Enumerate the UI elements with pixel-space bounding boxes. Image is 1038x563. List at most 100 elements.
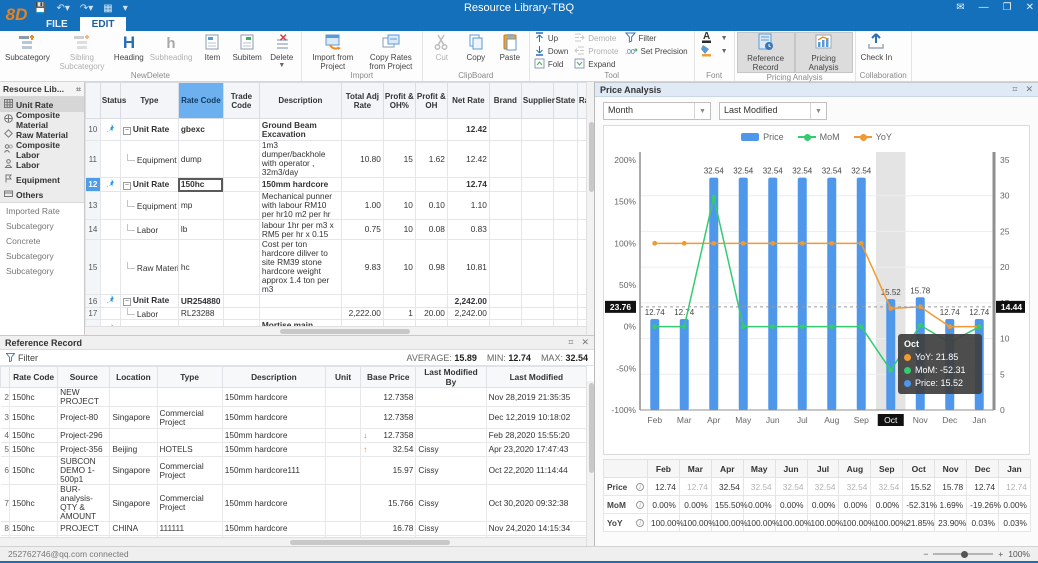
- description-cell[interactable]: 1m3 dumper/backhole with operator , 32m3…: [259, 141, 341, 178]
- x-axis-label[interactable]: Jan: [972, 415, 986, 425]
- ref-column-source[interactable]: Source: [58, 367, 110, 388]
- zoom-in-icon[interactable]: +: [998, 549, 1003, 559]
- copy-rates-from-project-button[interactable]: Copy Rates from Project: [362, 32, 420, 71]
- ref-column-description[interactable]: Description: [222, 367, 325, 388]
- tab-file[interactable]: FILE: [34, 17, 80, 31]
- mom-point[interactable]: [682, 324, 687, 329]
- description-cell[interactable]: Cost per ton hardcore diliver to site RM…: [259, 240, 341, 295]
- grid-column-total-adj-rate[interactable]: Total Adj Rate: [341, 83, 383, 119]
- grid-column-profit-&-oh%[interactable]: Profit & OH%: [383, 83, 415, 119]
- legend-yoy[interactable]: YoY: [854, 132, 892, 142]
- sidebar-tree-item[interactable]: Imported Rate: [0, 203, 84, 218]
- price-bar[interactable]: [798, 178, 807, 410]
- mom-point[interactable]: [888, 368, 893, 373]
- subcategory-button[interactable]: Subcategory: [2, 32, 53, 62]
- sidebar-item-others[interactable]: Others: [0, 187, 84, 202]
- pin-icon[interactable]: ⌗: [568, 337, 573, 348]
- ref-column-rate-code[interactable]: Rate Code: [10, 367, 58, 388]
- rate-code-cell[interactable]: gbexc: [178, 119, 223, 141]
- up-button[interactable]: Up: [532, 32, 570, 45]
- mom-point[interactable]: [918, 323, 923, 328]
- restore-button[interactable]: ❐: [1003, 2, 1012, 13]
- x-axis-label[interactable]: Mar: [677, 415, 692, 425]
- ref-column-last-modified-by[interactable]: Last Modified By: [416, 367, 486, 388]
- check-in-button[interactable]: Check In: [858, 32, 896, 62]
- subitem-button[interactable]: Subitem: [229, 32, 264, 62]
- fold-button[interactable]: Fold: [532, 58, 570, 71]
- price-bar[interactable]: [768, 178, 777, 410]
- heading-button[interactable]: H Heading: [111, 32, 147, 62]
- yoy-point[interactable]: [859, 241, 864, 246]
- legend-mom[interactable]: MoM: [798, 132, 840, 142]
- type-cell[interactable]: −Unit Rate: [120, 119, 178, 141]
- sort-select[interactable]: Last Modified ▼: [719, 102, 827, 120]
- description-cell[interactable]: [259, 295, 341, 308]
- rate-code-cell[interactable]: lb: [178, 220, 223, 240]
- type-cell[interactable]: Raw Material: [120, 240, 178, 295]
- grid-column-trade-code[interactable]: Trade Code: [223, 83, 259, 119]
- info-icon[interactable]: i: [636, 483, 644, 491]
- mom-point[interactable]: [829, 324, 834, 329]
- yoy-point[interactable]: [652, 241, 657, 246]
- pricing-analysis-button[interactable]: Pricing Analysis: [795, 32, 853, 73]
- x-axis-label[interactable]: May: [735, 415, 752, 425]
- rate-code-cell[interactable]: mp: [178, 192, 223, 220]
- grid-column-brand[interactable]: Brand: [489, 83, 521, 119]
- rate-code-cell[interactable]: dump: [178, 141, 223, 178]
- mom-point[interactable]: [800, 324, 805, 329]
- pin-icon[interactable]: ⌗: [76, 84, 81, 95]
- grid-column-description[interactable]: Description: [259, 83, 341, 119]
- sidebar-tree-item[interactable]: Subcategory: [0, 218, 84, 233]
- yoy-point[interactable]: [741, 241, 746, 246]
- filter-button[interactable]: Filter: [6, 353, 38, 363]
- price-bar[interactable]: [739, 178, 748, 410]
- price-bar[interactable]: [680, 319, 689, 410]
- type-cell[interactable]: Equipment: [120, 141, 178, 178]
- close-icon[interactable]: ✕: [581, 337, 589, 348]
- grid-column-type[interactable]: Type: [120, 83, 178, 119]
- x-axis-label[interactable]: Nov: [913, 415, 929, 425]
- grid-column-rownum[interactable]: [85, 83, 100, 119]
- grid-column-state[interactable]: State: [553, 83, 577, 119]
- description-cell[interactable]: Mechanical punner with labour RM10 per h…: [259, 192, 341, 220]
- grid-column-net-rate[interactable]: Net Rate: [447, 83, 489, 119]
- message-icon[interactable]: ✉: [956, 2, 964, 13]
- type-cell[interactable]: −Unit Rate: [120, 295, 178, 308]
- rate-code-cell[interactable]: 150hc: [178, 178, 223, 192]
- ref-column-last-modified[interactable]: Last Modified: [486, 367, 586, 388]
- legend-price[interactable]: Price: [741, 132, 784, 142]
- collapse-toggle[interactable]: −: [123, 127, 131, 135]
- grid-column-status[interactable]: Status: [100, 83, 120, 119]
- tab-edit[interactable]: EDIT: [80, 17, 127, 31]
- description-cell[interactable]: [259, 308, 341, 320]
- delete-button[interactable]: ✕ Delete ▼: [265, 32, 299, 69]
- mom-point[interactable]: [770, 324, 775, 329]
- zoom-out-icon[interactable]: −: [923, 549, 928, 559]
- yoy-point[interactable]: [800, 241, 805, 246]
- price-bar[interactable]: [650, 319, 659, 410]
- type-cell[interactable]: Labor: [120, 220, 178, 240]
- mom-point[interactable]: [859, 324, 864, 329]
- info-icon[interactable]: i: [636, 501, 644, 509]
- rate-code-cell[interactable]: hc: [178, 240, 223, 295]
- sidebar-tree-item[interactable]: Subcategory: [0, 248, 84, 263]
- yoy-point[interactable]: [770, 241, 775, 246]
- sidebar-tree-item[interactable]: Subcategory: [0, 263, 84, 278]
- filter-button[interactable]: Filter: [623, 32, 690, 45]
- promote-button[interactable]: Promote: [572, 45, 620, 58]
- x-axis-label[interactable]: Aug: [824, 415, 839, 425]
- x-axis-label[interactable]: Apr: [707, 415, 720, 425]
- yoy-point[interactable]: [829, 241, 834, 246]
- collapse-toggle[interactable]: −: [123, 298, 131, 306]
- subheading-button[interactable]: h Subheading: [147, 32, 196, 62]
- paste-button[interactable]: Paste: [493, 32, 527, 62]
- collapse-toggle[interactable]: −: [123, 182, 131, 190]
- x-axis-label[interactable]: Jun: [766, 415, 780, 425]
- description-cell[interactable]: labour 1hr per m3 x RM5 per hr x 0.15: [259, 220, 341, 240]
- price-chart[interactable]: PriceMoMYoY 200%150%100%50%0%-50%-100%35…: [603, 125, 1030, 455]
- close-icon[interactable]: ✕: [1025, 84, 1033, 95]
- zoom-slider[interactable]: [933, 553, 993, 555]
- rate-code-cell[interactable]: UR254880: [178, 295, 223, 308]
- ref-column-base-price[interactable]: Base Price: [361, 367, 416, 388]
- cut-button[interactable]: Cut: [425, 32, 459, 62]
